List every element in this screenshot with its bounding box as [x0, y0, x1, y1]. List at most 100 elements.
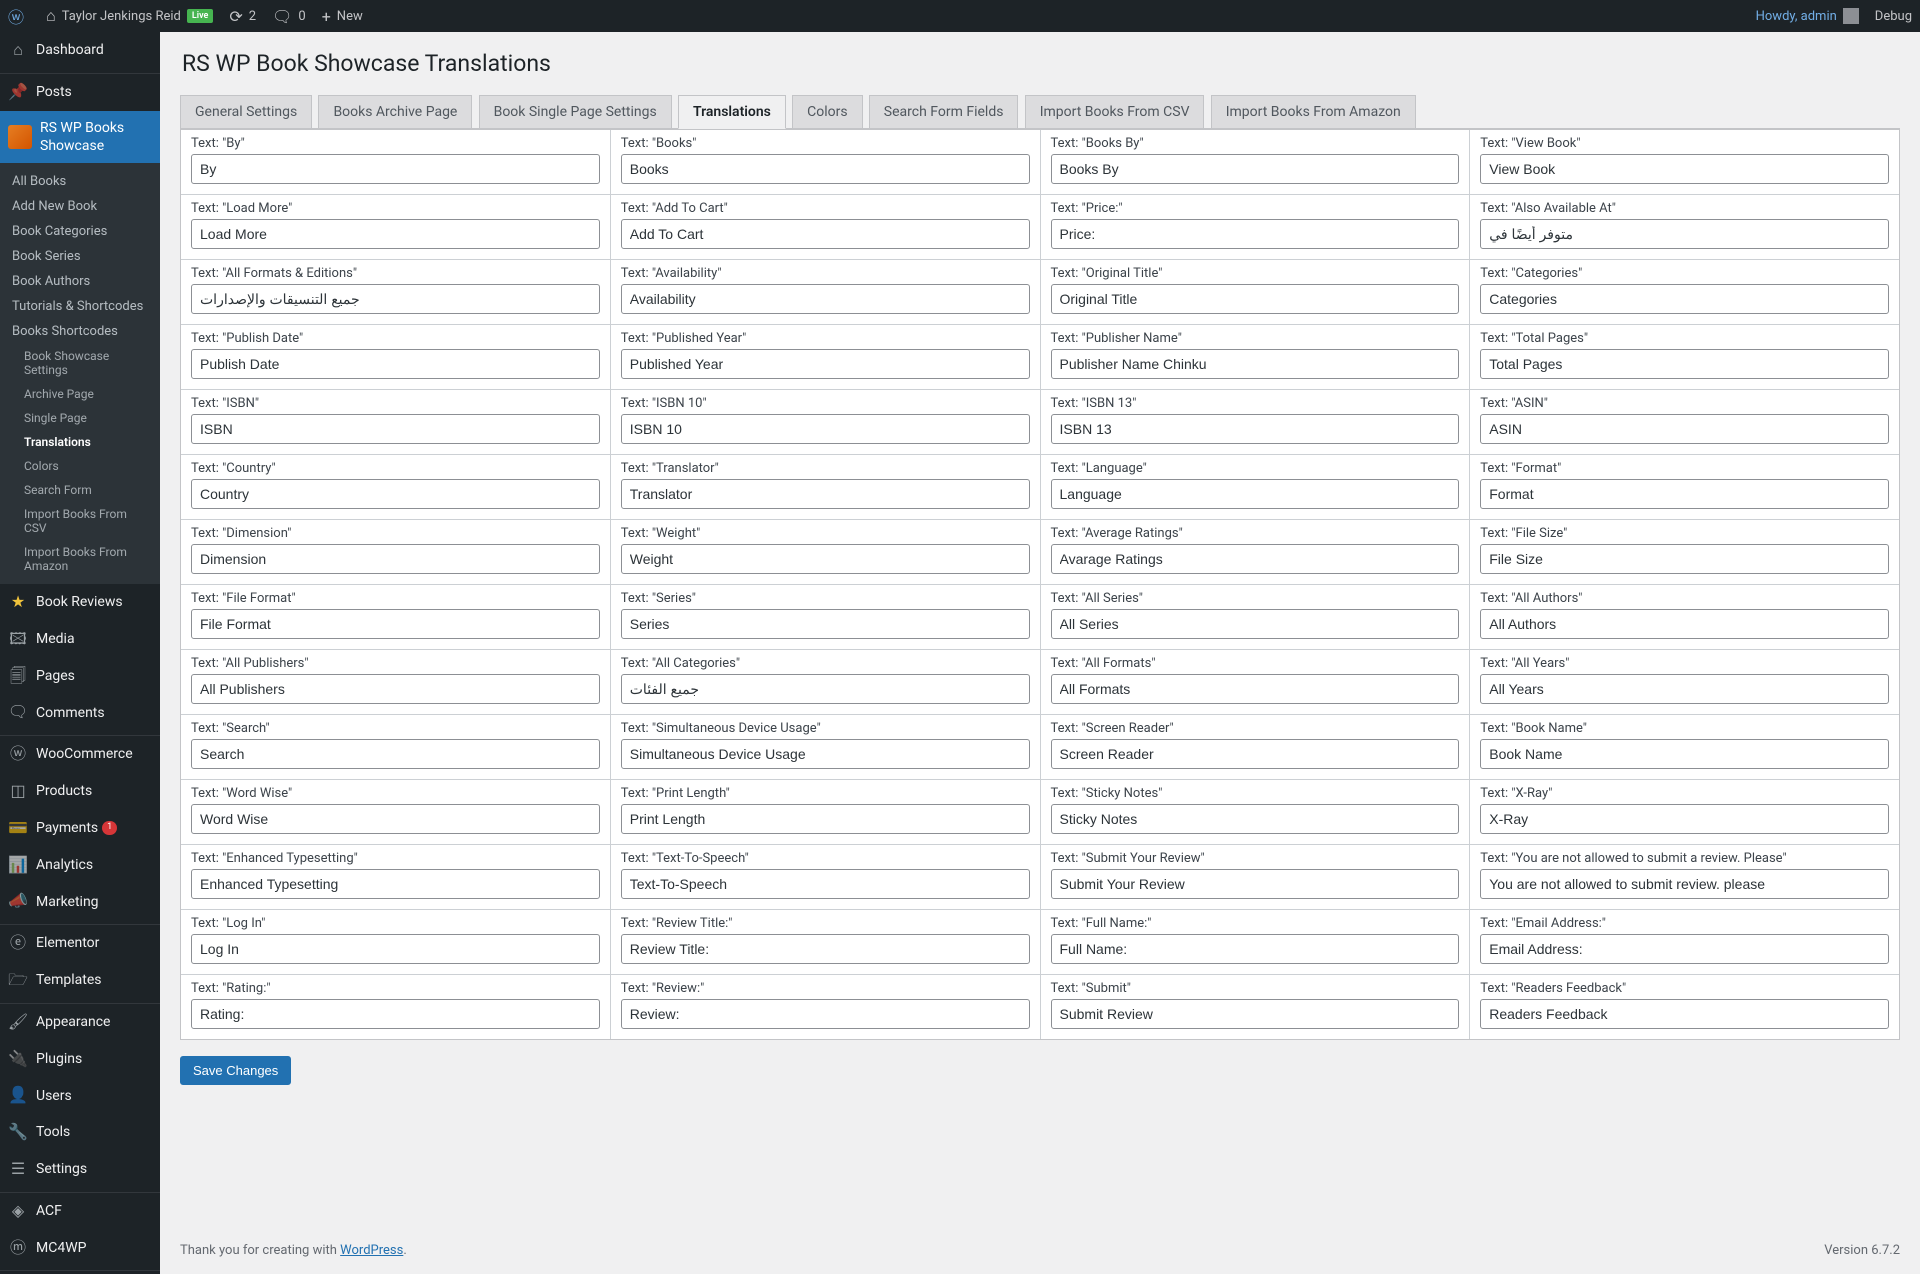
account-link[interactable]: Howdy, admin — [1748, 0, 1867, 32]
debug-link[interactable]: Debug — [1867, 0, 1920, 32]
translation-input[interactable] — [1051, 349, 1460, 379]
sub-book-series[interactable]: Book Series — [0, 244, 160, 269]
translation-input[interactable] — [1480, 674, 1889, 704]
translation-input[interactable] — [621, 999, 1030, 1029]
menu-templates[interactable]: 🗁Templates — [0, 962, 160, 999]
menu-payments[interactable]: 💳Payments1 — [0, 810, 160, 847]
sub-tutorials[interactable]: Tutorials & Shortcodes — [0, 294, 160, 319]
menu-rswp-books[interactable]: RS WP Books Showcase — [0, 111, 160, 163]
translation-input[interactable] — [191, 479, 600, 509]
translation-input[interactable] — [191, 609, 600, 639]
translation-input[interactable] — [191, 349, 600, 379]
translation-input[interactable] — [621, 544, 1030, 574]
translation-input[interactable] — [621, 349, 1030, 379]
tab-translations[interactable]: Translations — [678, 95, 786, 129]
subsub-colors[interactable]: Colors — [0, 454, 160, 478]
subsub-book-showcase[interactable]: Book Showcase Settings — [0, 344, 160, 382]
menu-posts[interactable]: 📌Posts — [0, 74, 160, 111]
site-link[interactable]: ⌂Taylor Jenkings ReidLive — [38, 0, 221, 32]
translation-input[interactable] — [191, 154, 600, 184]
translation-input[interactable] — [191, 869, 600, 899]
translation-input[interactable] — [191, 739, 600, 769]
tab-general[interactable]: General Settings — [180, 95, 312, 129]
menu-media[interactable]: 🖾Media — [0, 621, 160, 658]
translation-input[interactable] — [621, 154, 1030, 184]
translation-input[interactable] — [1480, 934, 1889, 964]
comments-link[interactable]: 🗨0 — [264, 0, 314, 32]
translation-input[interactable] — [621, 609, 1030, 639]
menu-elementor[interactable]: ⓔElementor — [0, 925, 160, 962]
menu-products[interactable]: ◫Products — [0, 773, 160, 810]
translation-input[interactable] — [1480, 479, 1889, 509]
translation-input[interactable] — [191, 544, 600, 574]
translation-input[interactable] — [191, 804, 600, 834]
subsub-archive-page[interactable]: Archive Page — [0, 382, 160, 406]
translation-input[interactable] — [621, 869, 1030, 899]
tab-colors[interactable]: Colors — [792, 95, 862, 129]
translation-input[interactable] — [621, 414, 1030, 444]
sub-add-new-book[interactable]: Add New Book — [0, 194, 160, 219]
new-link[interactable]: +New — [314, 0, 371, 32]
translation-input[interactable] — [1051, 544, 1460, 574]
translation-input[interactable] — [1480, 609, 1889, 639]
translation-input[interactable] — [1480, 414, 1889, 444]
translation-input[interactable] — [1480, 544, 1889, 574]
translation-input[interactable] — [1051, 739, 1460, 769]
translation-input[interactable] — [191, 284, 600, 314]
translation-input[interactable] — [191, 219, 600, 249]
menu-settings[interactable]: ☰Settings — [0, 1151, 160, 1188]
translation-input[interactable] — [1051, 284, 1460, 314]
menu-mc4wp[interactable]: ⓜMC4WP — [0, 1230, 160, 1267]
subsub-single-page[interactable]: Single Page — [0, 406, 160, 430]
menu-tools[interactable]: 🔧Tools — [0, 1114, 160, 1151]
translation-input[interactable] — [1480, 154, 1889, 184]
wordpress-link[interactable]: WordPress — [340, 1243, 403, 1258]
menu-plugins[interactable]: 🔌Plugins — [0, 1041, 160, 1078]
translation-input[interactable] — [1051, 609, 1460, 639]
sub-shortcodes[interactable]: Books Shortcodes — [0, 319, 160, 344]
sub-all-books[interactable]: All Books — [0, 169, 160, 194]
translation-input[interactable] — [621, 934, 1030, 964]
subsub-import-amazon[interactable]: Import Books From Amazon — [0, 540, 160, 578]
tab-single[interactable]: Book Single Page Settings — [479, 95, 672, 129]
translation-input[interactable] — [1051, 414, 1460, 444]
sub-book-authors[interactable]: Book Authors — [0, 269, 160, 294]
wp-logo[interactable]: ⓦ — [0, 0, 38, 32]
menu-comments[interactable]: 🗨Comments — [0, 694, 160, 731]
translation-input[interactable] — [1051, 219, 1460, 249]
save-button[interactable]: Save Changes — [180, 1056, 291, 1085]
updates-link[interactable]: ⟳2 — [221, 0, 264, 32]
translation-input[interactable] — [621, 284, 1030, 314]
translation-input[interactable] — [621, 804, 1030, 834]
menu-acf[interactable]: ◈ACF — [0, 1193, 160, 1230]
menu-book-reviews[interactable]: ★Book Reviews — [0, 584, 160, 621]
translation-input[interactable] — [621, 219, 1030, 249]
translation-input[interactable] — [191, 414, 600, 444]
menu-woocommerce[interactable]: ⓦWooCommerce — [0, 736, 160, 773]
translation-input[interactable] — [191, 999, 600, 1029]
translation-input[interactable] — [1051, 479, 1460, 509]
translation-input[interactable] — [1480, 869, 1889, 899]
translation-input[interactable] — [1051, 154, 1460, 184]
menu-appearance[interactable]: 🖌Appearance — [0, 1004, 160, 1041]
translation-input[interactable] — [1480, 349, 1889, 379]
translation-input[interactable] — [1051, 674, 1460, 704]
translation-input[interactable] — [1051, 999, 1460, 1029]
translation-input[interactable] — [1480, 284, 1889, 314]
tab-import-amazon[interactable]: Import Books From Amazon — [1211, 95, 1416, 129]
translation-input[interactable] — [191, 934, 600, 964]
translation-input[interactable] — [621, 479, 1030, 509]
subsub-import-csv[interactable]: Import Books From CSV — [0, 502, 160, 540]
menu-pages[interactable]: 🗐Pages — [0, 658, 160, 695]
translation-input[interactable] — [621, 739, 1030, 769]
translation-input[interactable] — [1480, 739, 1889, 769]
tab-search-form[interactable]: Search Form Fields — [869, 95, 1019, 129]
tab-import-csv[interactable]: Import Books From CSV — [1025, 95, 1205, 129]
sub-book-categories[interactable]: Book Categories — [0, 219, 160, 244]
menu-analytics[interactable]: 📊Analytics — [0, 847, 160, 884]
translation-input[interactable] — [1480, 804, 1889, 834]
translation-input[interactable] — [1480, 219, 1889, 249]
translation-input[interactable] — [1051, 934, 1460, 964]
translation-input[interactable] — [621, 674, 1030, 704]
translation-input[interactable] — [1051, 804, 1460, 834]
